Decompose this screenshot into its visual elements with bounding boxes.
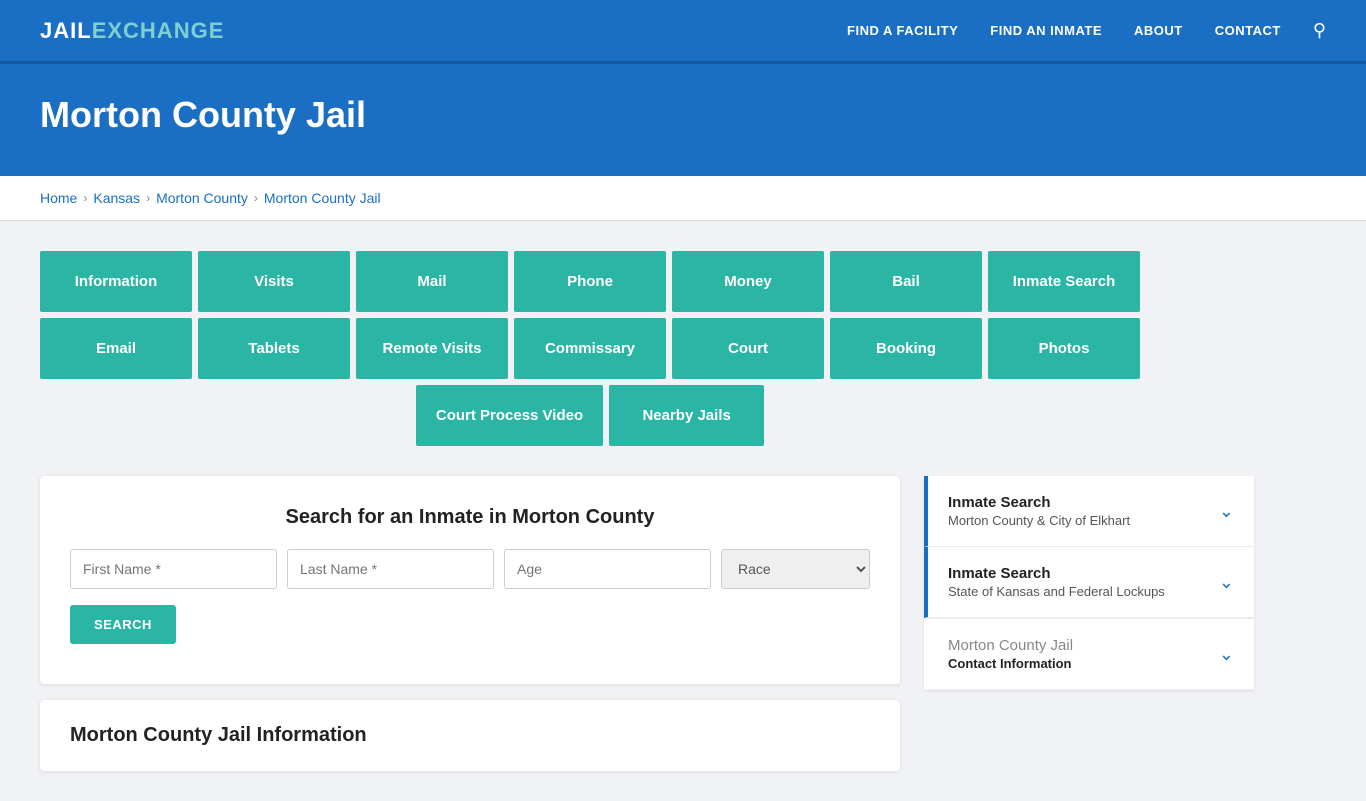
race-select[interactable]: Race White Black Hispanic Asian Other <box>721 549 870 589</box>
sidebar-card-subtitle-3: Contact Information <box>948 656 1073 671</box>
sidebar-card-subtitle-1: Morton County & City of Elkhart <box>948 513 1130 528</box>
logo-exchange: EXCHANGE <box>92 18 225 44</box>
breadcrumb: Home › Kansas › Morton County › Morton C… <box>0 176 1366 221</box>
search-fields: Race White Black Hispanic Asian Other <box>70 549 870 589</box>
btn-court[interactable]: Court <box>672 318 824 379</box>
btn-mail[interactable]: Mail <box>356 251 508 312</box>
btn-visits[interactable]: Visits <box>198 251 350 312</box>
btn-court-process-video[interactable]: Court Process Video <box>416 385 603 446</box>
breadcrumb-sep-1: › <box>83 191 87 205</box>
breadcrumb-jail[interactable]: Morton County Jail <box>264 190 381 206</box>
grid-row-2: Email Tablets Remote Visits Commissary C… <box>40 318 1140 379</box>
btn-phone[interactable]: Phone <box>514 251 666 312</box>
chevron-icon-1: ⌄ <box>1219 501 1234 522</box>
sidebar-card-title-2: Inmate Search <box>948 565 1165 582</box>
breadcrumb-sep-2: › <box>146 191 150 205</box>
breadcrumb-sep-3: › <box>254 191 258 205</box>
info-title: Morton County Jail Information <box>70 724 870 747</box>
btn-photos[interactable]: Photos <box>988 318 1140 379</box>
breadcrumb-home[interactable]: Home <box>40 190 77 206</box>
btn-commissary[interactable]: Commissary <box>514 318 666 379</box>
sidebar-card-title-1: Inmate Search <box>948 494 1130 511</box>
btn-email[interactable]: Email <box>40 318 192 379</box>
search-icon-button[interactable]: ⚲ <box>1313 20 1326 41</box>
sidebar-card-contact-info[interactable]: Morton County Jail Contact Information ⌄ <box>924 618 1254 690</box>
btn-nearby-jails[interactable]: Nearby Jails <box>609 385 764 446</box>
bottom-section: Search for an Inmate in Morton County Ra… <box>40 476 1326 771</box>
btn-booking[interactable]: Booking <box>830 318 982 379</box>
page-title: Morton County Jail <box>40 94 1326 136</box>
site-logo[interactable]: JAILEXCHANGE <box>40 18 224 44</box>
search-title: Search for an Inmate in Morton County <box>70 506 870 529</box>
breadcrumb-morton-county[interactable]: Morton County <box>156 190 248 206</box>
site-header: JAILEXCHANGE FIND A FACILITY FIND AN INM… <box>0 0 1366 64</box>
main-nav: FIND A FACILITY FIND AN INMATE ABOUT CON… <box>847 20 1326 41</box>
sidebar-card-inmate-search-state[interactable]: Inmate Search State of Kansas and Federa… <box>924 547 1254 618</box>
chevron-icon-2: ⌄ <box>1219 572 1234 593</box>
btn-remote-visits[interactable]: Remote Visits <box>356 318 508 379</box>
sidebar: Inmate Search Morton County & City of El… <box>924 476 1254 771</box>
age-input[interactable] <box>504 549 711 589</box>
sidebar-card-subtitle-2: State of Kansas and Federal Lockups <box>948 584 1165 599</box>
btn-bail[interactable]: Bail <box>830 251 982 312</box>
info-section: Morton County Jail Information <box>40 700 900 771</box>
grid-row-1: Information Visits Mail Phone Money Bail… <box>40 251 1140 312</box>
main-content: Information Visits Mail Phone Money Bail… <box>0 221 1366 801</box>
breadcrumb-kansas[interactable]: Kansas <box>93 190 140 206</box>
btn-money[interactable]: Money <box>672 251 824 312</box>
btn-information[interactable]: Information <box>40 251 192 312</box>
nav-about[interactable]: ABOUT <box>1134 23 1183 38</box>
sidebar-card-inmate-search-local[interactable]: Inmate Search Morton County & City of El… <box>924 476 1254 547</box>
nav-contact[interactable]: CONTACT <box>1215 23 1281 38</box>
btn-inmate-search[interactable]: Inmate Search <box>988 251 1140 312</box>
grid-row-3: Court Process Video Nearby Jails <box>40 385 1140 446</box>
nav-find-facility[interactable]: FIND A FACILITY <box>847 23 958 38</box>
last-name-input[interactable] <box>287 549 494 589</box>
hero-section: Morton County Jail <box>0 64 1366 176</box>
logo-jail: JAIL <box>40 18 92 44</box>
btn-tablets[interactable]: Tablets <box>198 318 350 379</box>
chevron-icon-3: ⌄ <box>1219 644 1234 665</box>
search-button[interactable]: SEARCH <box>70 605 176 644</box>
sidebar-card-title-3: Morton County Jail <box>948 637 1073 654</box>
inmate-search-box: Search for an Inmate in Morton County Ra… <box>40 476 900 684</box>
nav-find-inmate[interactable]: FIND AN INMATE <box>990 23 1102 38</box>
first-name-input[interactable] <box>70 549 277 589</box>
